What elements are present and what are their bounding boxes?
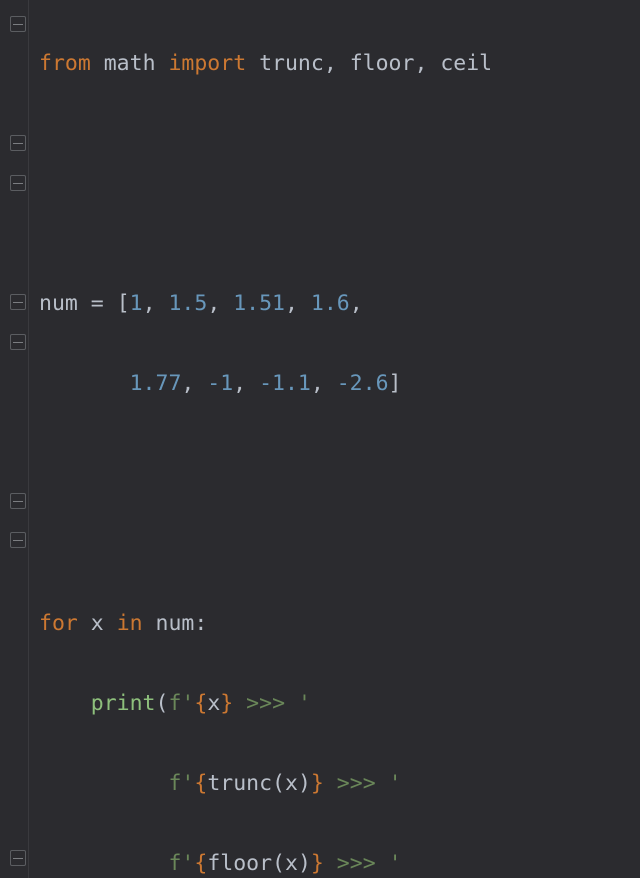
comma: , bbox=[233, 371, 259, 396]
quote: ' bbox=[181, 771, 194, 796]
comma: , bbox=[181, 371, 207, 396]
code-line: f'{floor(x)} >>> ' bbox=[39, 844, 492, 878]
number-literal: -1 bbox=[207, 371, 233, 396]
gutter-row bbox=[0, 441, 28, 481]
fold-gutter bbox=[0, 0, 29, 878]
keyword-from: from bbox=[39, 51, 91, 76]
number-literal: 1.77 bbox=[130, 371, 182, 396]
ident-floor: floor bbox=[350, 51, 415, 76]
comma: , bbox=[311, 371, 337, 396]
close-brace: } bbox=[311, 771, 324, 796]
gutter-row bbox=[0, 282, 28, 322]
fstring-prefix: f bbox=[168, 771, 181, 796]
code-line: print(f'{x} >>> ' bbox=[39, 684, 492, 724]
quote: ' bbox=[389, 851, 402, 876]
gutter-row bbox=[0, 163, 28, 203]
ident-x: x bbox=[91, 611, 104, 636]
gutter-row bbox=[0, 401, 28, 441]
fold-icon[interactable] bbox=[10, 334, 26, 350]
number-literal: 1 bbox=[130, 291, 143, 316]
gutter-row bbox=[0, 640, 28, 680]
comma: , bbox=[143, 291, 169, 316]
number-literal: 1.6 bbox=[311, 291, 350, 316]
close-brace: } bbox=[220, 691, 233, 716]
fold-icon[interactable] bbox=[10, 493, 26, 509]
open-brace: { bbox=[194, 851, 207, 876]
code-line: num = [1, 1.5, 1.51, 1.6, bbox=[39, 284, 492, 324]
string-literal: >>> bbox=[324, 771, 389, 796]
comma: , bbox=[414, 51, 440, 76]
code-area[interactable]: from math import trunc, floor, ceil num … bbox=[29, 0, 502, 878]
gutter-row bbox=[0, 719, 28, 759]
close-brace: } bbox=[311, 851, 324, 876]
code-line: for x in num: bbox=[39, 604, 492, 644]
gutter-row bbox=[0, 362, 28, 402]
quote: ' bbox=[181, 691, 194, 716]
blank-line bbox=[39, 124, 492, 164]
call-print: print bbox=[91, 691, 156, 716]
comma: , bbox=[350, 291, 363, 316]
gutter-row bbox=[0, 4, 28, 44]
equals: = bbox=[78, 291, 117, 316]
fold-icon[interactable] bbox=[10, 135, 26, 151]
fold-icon[interactable] bbox=[10, 294, 26, 310]
keyword-for: for bbox=[39, 611, 78, 636]
gutter-row bbox=[0, 600, 28, 640]
code-line: from math import trunc, floor, ceil bbox=[39, 44, 492, 84]
quote: ' bbox=[181, 851, 194, 876]
quote: ' bbox=[389, 771, 402, 796]
gutter-row bbox=[0, 322, 28, 362]
fstring-expr: trunc(x) bbox=[207, 771, 311, 796]
fold-icon[interactable] bbox=[10, 532, 26, 548]
module-math: math bbox=[104, 51, 156, 76]
ident-ceil: ceil bbox=[440, 51, 492, 76]
ident-num: num bbox=[39, 291, 78, 316]
ident-trunc: trunc bbox=[259, 51, 324, 76]
gutter-row bbox=[0, 560, 28, 600]
fold-icon[interactable] bbox=[10, 175, 26, 191]
open-brace: { bbox=[194, 691, 207, 716]
open-paren: ( bbox=[156, 691, 169, 716]
string-literal: >>> bbox=[324, 851, 389, 876]
open-brace: { bbox=[194, 771, 207, 796]
gutter-row bbox=[0, 44, 28, 84]
blank-line bbox=[39, 524, 492, 564]
fold-icon[interactable] bbox=[10, 850, 26, 866]
number-literal: 1.51 bbox=[233, 291, 285, 316]
blank-line bbox=[39, 444, 492, 484]
code-line: f'{trunc(x)} >>> ' bbox=[39, 764, 492, 804]
gutter-row bbox=[0, 83, 28, 123]
code-editor[interactable]: from math import trunc, floor, ceil num … bbox=[0, 0, 640, 878]
keyword-import: import bbox=[168, 51, 246, 76]
fstring-prefix: f bbox=[168, 851, 181, 876]
ident-num: num bbox=[156, 611, 195, 636]
comma: , bbox=[285, 291, 311, 316]
gutter-row bbox=[0, 203, 28, 243]
comma: , bbox=[207, 291, 233, 316]
gutter-row bbox=[0, 521, 28, 561]
string-literal: >>> bbox=[233, 691, 298, 716]
number-literal: 1.5 bbox=[168, 291, 207, 316]
number-literal: -2.6 bbox=[337, 371, 389, 396]
code-line: 1.77, -1, -1.1, -2.6] bbox=[39, 364, 492, 404]
gutter-row bbox=[0, 242, 28, 282]
fstring-expr: x bbox=[207, 691, 220, 716]
fstring-expr: floor(x) bbox=[207, 851, 311, 876]
colon: : bbox=[194, 611, 207, 636]
gutter-row bbox=[0, 799, 28, 839]
close-bracket: ] bbox=[389, 371, 402, 396]
quote: ' bbox=[298, 691, 311, 716]
gutter-row bbox=[0, 838, 28, 878]
fold-icon[interactable] bbox=[10, 16, 26, 32]
gutter-row bbox=[0, 481, 28, 521]
gutter-row bbox=[0, 679, 28, 719]
open-bracket: [ bbox=[117, 291, 130, 316]
comma: , bbox=[324, 51, 350, 76]
gutter-row bbox=[0, 759, 28, 799]
gutter-row bbox=[0, 123, 28, 163]
keyword-in: in bbox=[117, 611, 143, 636]
blank-line bbox=[39, 204, 492, 244]
fstring-prefix: f bbox=[168, 691, 181, 716]
number-literal: -1.1 bbox=[259, 371, 311, 396]
